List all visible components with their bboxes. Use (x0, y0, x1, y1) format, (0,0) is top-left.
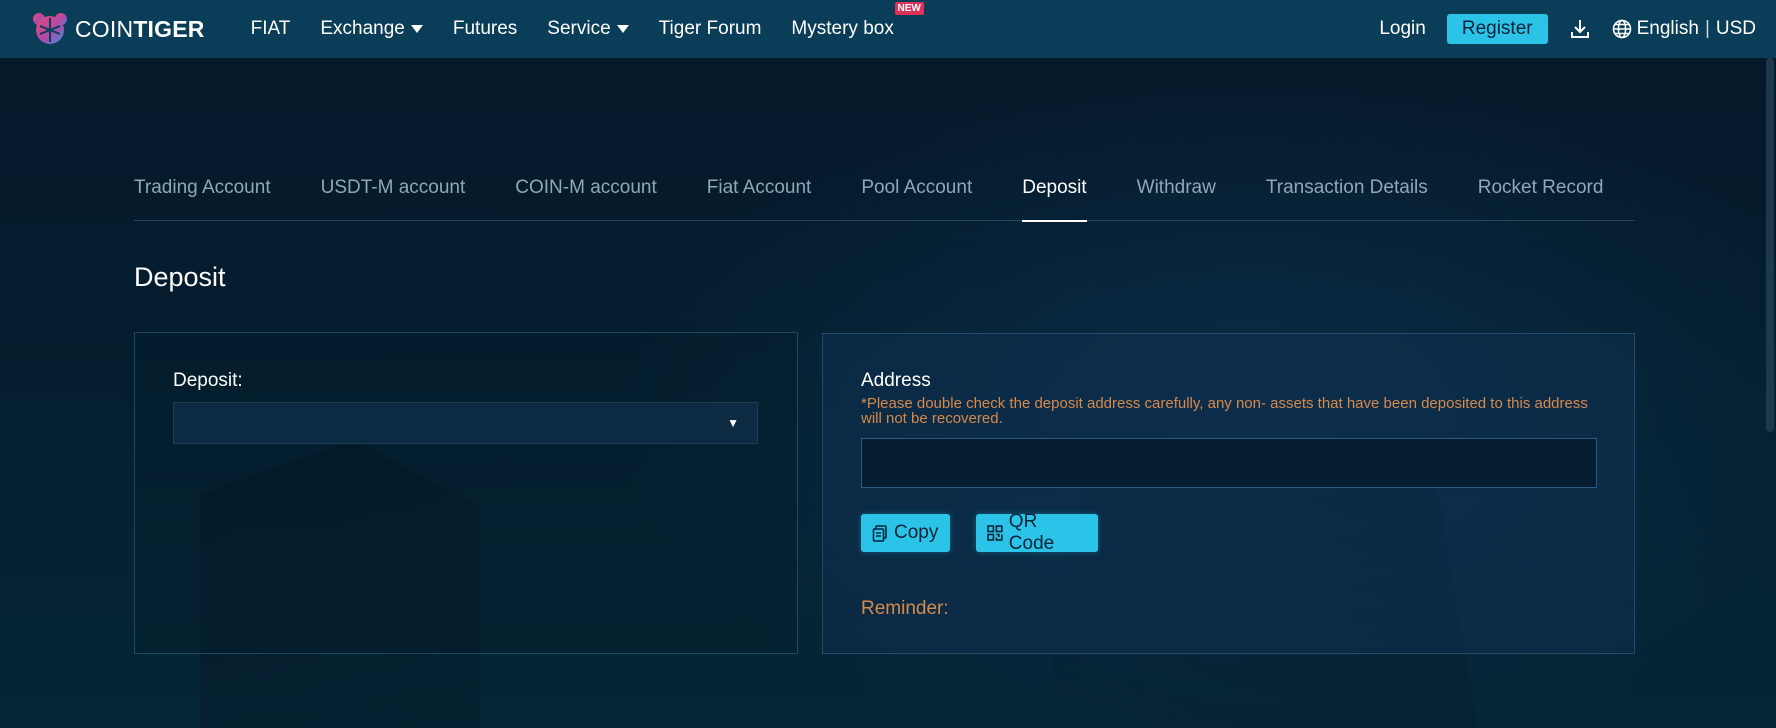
top-navbar: COINTIGER FIAT Exchange Futures Service … (0, 0, 1776, 58)
coin-select[interactable]: ▼ (173, 402, 758, 444)
tiger-logo-icon (33, 13, 67, 44)
nav-item-exchange[interactable]: Exchange (320, 18, 423, 40)
tab-deposit[interactable]: Deposit (1022, 160, 1088, 222)
caret-down-icon (410, 25, 423, 33)
tab-withdraw[interactable]: Withdraw (1137, 160, 1216, 221)
tab-transaction-details[interactable]: Transaction Details (1266, 160, 1428, 221)
divider: | (1704, 18, 1710, 39)
caret-down-icon (616, 25, 629, 33)
nav-item-futures[interactable]: Futures (453, 18, 517, 40)
nav-item-tiger-forum[interactable]: Tiger Forum (659, 18, 762, 40)
nav-item-fiat[interactable]: FIAT (251, 18, 291, 40)
tab-pool-account[interactable]: Pool Account (861, 160, 972, 221)
nav-item-service[interactable]: Service (547, 18, 629, 40)
main-nav: FIAT Exchange Futures Service Tiger Foru… (251, 0, 924, 58)
page-title: Deposit (134, 262, 226, 292)
deposit-label: Deposit: (173, 370, 243, 391)
qr-code-icon (987, 525, 1003, 541)
address-field[interactable] (861, 438, 1597, 488)
tab-usdt-m-account[interactable]: USDT-M account (321, 160, 466, 221)
nav-item-mystery-box[interactable]: Mystery box NEW (791, 2, 924, 40)
currency-label: USD (1715, 18, 1756, 39)
tab-trading-account[interactable]: Trading Account (134, 160, 271, 221)
brand-logo[interactable]: COINTIGER (31, 0, 205, 58)
deposit-address-panel: Address *Please double check the deposit… (822, 333, 1635, 654)
address-label: Address (861, 370, 931, 391)
qr-code-button[interactable]: QR Code (976, 511, 1098, 554)
copy-icon (872, 524, 887, 542)
address-warning: *Please double check the deposit address… (861, 395, 1588, 427)
copy-button-label: Copy (894, 522, 939, 543)
download-icon[interactable] (1568, 17, 1592, 41)
register-button[interactable]: Register (1446, 14, 1548, 44)
language-label: English (1636, 18, 1699, 39)
page-scrollbar[interactable] (1766, 58, 1774, 432)
language-currency-selector[interactable]: English | USD (1612, 18, 1756, 40)
tab-coin-m-account[interactable]: COIN-M account (515, 160, 656, 221)
account-tabs: Trading Account USDT-M account COIN-M ac… (134, 160, 1635, 222)
brand-name: COINTIGER (75, 15, 205, 42)
tab-fiat-account[interactable]: Fiat Account (707, 160, 812, 221)
new-badge: NEW (894, 2, 924, 15)
qr-code-button-label: QR Code (1008, 511, 1055, 554)
copy-button[interactable]: Copy (861, 514, 950, 552)
tab-rocket-record[interactable]: Rocket Record (1478, 160, 1604, 221)
reminder-label: Reminder: (861, 598, 949, 619)
globe-icon (1612, 19, 1631, 39)
login-link[interactable]: Login (1379, 18, 1426, 40)
dropdown-arrow-icon: ▼ (727, 416, 739, 430)
header-actions: Login Register English | USD (1379, 0, 1756, 58)
deposit-select-panel: Deposit: ▼ (134, 332, 798, 654)
page: COINTIGER FIAT Exchange Futures Service … (0, 0, 1776, 728)
